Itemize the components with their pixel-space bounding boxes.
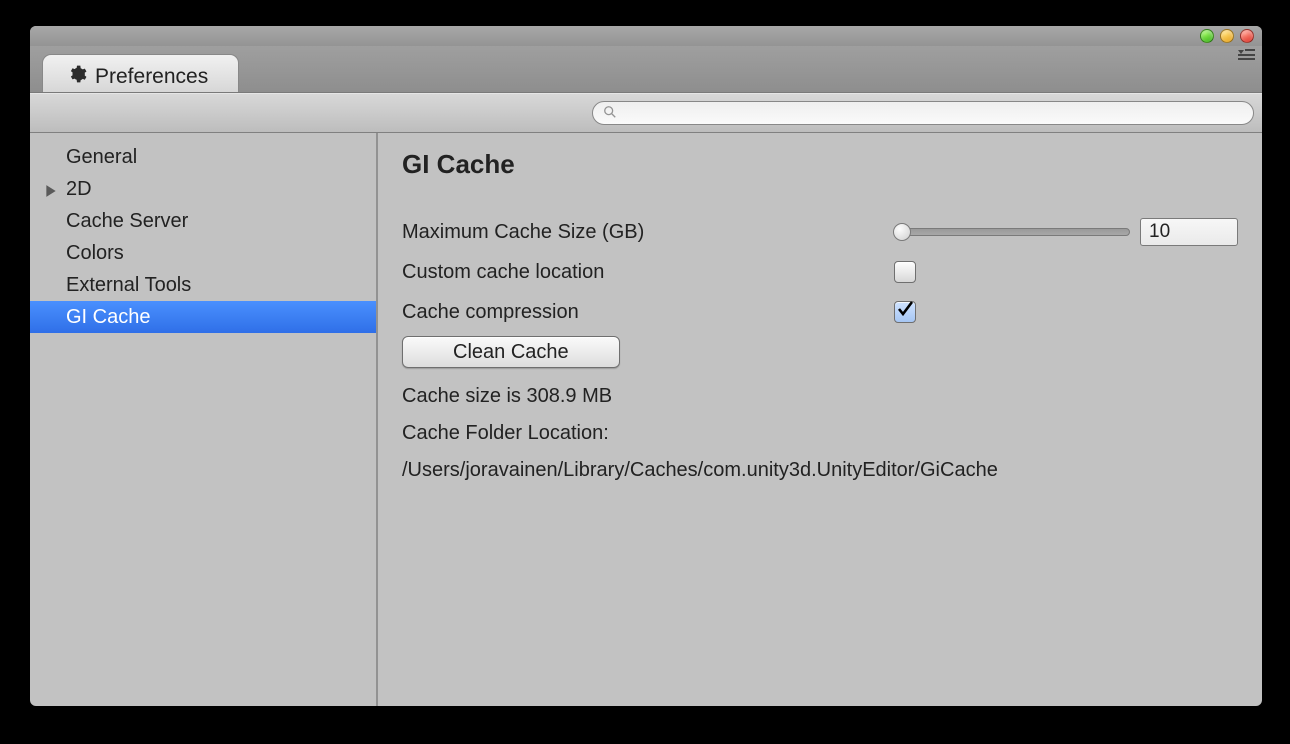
sidebar-item-label: Cache Server: [66, 210, 188, 233]
content-panel: GI Cache Maximum Cache Size (GB) 10 Cust: [378, 133, 1262, 706]
max-cache-slider[interactable]: 10: [894, 218, 1238, 246]
tab-title: Preferences: [95, 65, 208, 89]
row-custom-location: Custom cache location: [402, 252, 1238, 292]
search-input[interactable]: [623, 105, 1243, 121]
panel-options-icon[interactable]: [1235, 48, 1255, 62]
body: General 2D Cache Server Colors External …: [30, 133, 1262, 706]
slider-track[interactable]: [894, 228, 1130, 236]
cache-size-text: Cache size is 308.9 MB: [402, 378, 1238, 415]
titlebar: [30, 26, 1262, 46]
custom-location-label: Custom cache location: [402, 261, 894, 284]
sidebar-item-label: 2D: [66, 178, 92, 201]
row-clean-button: Clean Cache: [402, 332, 1238, 372]
folder-location-path: /Users/joravainen/Library/Caches/com.uni…: [402, 452, 1238, 489]
search-row: [30, 93, 1262, 133]
max-cache-label: Maximum Cache Size (GB): [402, 221, 894, 244]
tab-preferences[interactable]: Preferences: [42, 54, 239, 92]
sidebar-item-general[interactable]: General: [30, 141, 376, 173]
slider-thumb[interactable]: [893, 223, 911, 241]
minimize-button[interactable]: [1200, 29, 1214, 43]
folder-location-label: Cache Folder Location:: [402, 415, 1238, 452]
chevron-right-icon: [44, 181, 58, 195]
zoom-button[interactable]: [1220, 29, 1234, 43]
sidebar-item-colors[interactable]: Colors: [30, 237, 376, 269]
traffic-lights: [1200, 29, 1254, 43]
preferences-window: Preferences General 2D Cache Server: [30, 26, 1262, 706]
sidebar-item-label: General: [66, 146, 137, 169]
search-box[interactable]: [592, 101, 1254, 125]
close-button[interactable]: [1240, 29, 1254, 43]
sidebar-item-2d[interactable]: 2D: [30, 173, 376, 205]
clean-cache-button[interactable]: Clean Cache: [402, 336, 620, 368]
search-icon: [603, 102, 623, 125]
tab-row: Preferences: [30, 46, 1262, 93]
sidebar-item-label: Colors: [66, 242, 124, 265]
max-cache-value: 10: [1149, 221, 1170, 243]
info-block: Cache size is 308.9 MB Cache Folder Loca…: [402, 378, 1238, 489]
gear-icon: [67, 64, 87, 90]
sidebar-item-gi-cache[interactable]: GI Cache: [30, 301, 376, 333]
sidebar-item-label: External Tools: [66, 274, 191, 297]
checkmark-icon: [896, 300, 914, 324]
sidebar-item-cache-server[interactable]: Cache Server: [30, 205, 376, 237]
compression-label: Cache compression: [402, 301, 894, 324]
page-title: GI Cache: [402, 149, 1238, 180]
custom-location-checkbox[interactable]: [894, 261, 916, 283]
clean-cache-label: Clean Cache: [453, 341, 569, 364]
row-compression: Cache compression: [402, 292, 1238, 332]
sidebar-item-external-tools[interactable]: External Tools: [30, 269, 376, 301]
row-max-cache: Maximum Cache Size (GB) 10: [402, 212, 1238, 252]
max-cache-value-input[interactable]: 10: [1140, 218, 1238, 246]
sidebar: General 2D Cache Server Colors External …: [30, 133, 378, 706]
compression-checkbox[interactable]: [894, 301, 916, 323]
sidebar-item-label: GI Cache: [66, 306, 150, 329]
